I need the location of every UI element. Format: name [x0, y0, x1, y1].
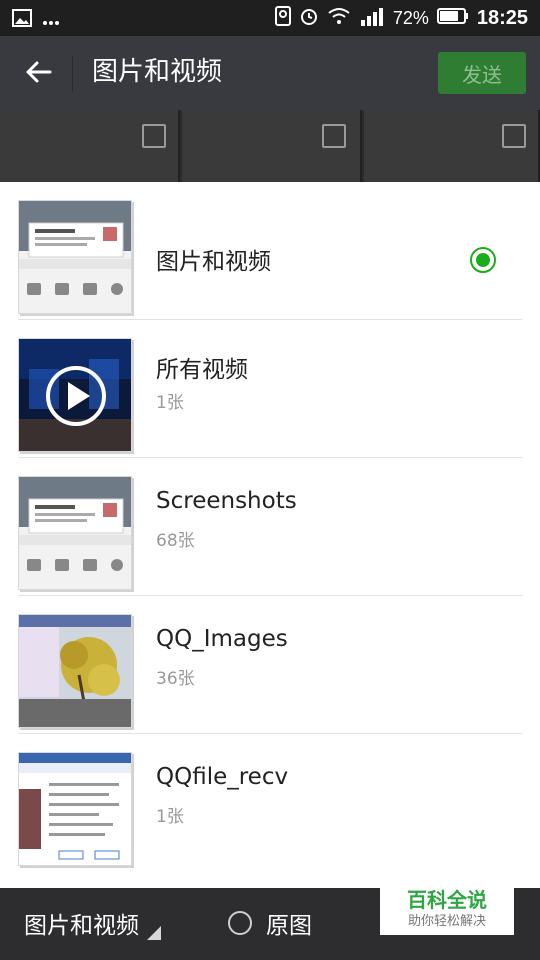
- title-bar: 图片和视频 发送: [0, 36, 540, 110]
- dimmed-photo-cell: [182, 110, 362, 182]
- dimmed-checkbox: [142, 124, 166, 148]
- album-name: 所有视频: [156, 357, 248, 383]
- dropdown-triangle-icon: [147, 926, 161, 940]
- dimmed-checkbox: [502, 124, 526, 148]
- album-name: 图片和视频: [156, 249, 271, 275]
- dimmed-checkbox: [322, 124, 346, 148]
- title-divider: [72, 56, 73, 92]
- status-clock: 18:25: [476, 6, 528, 29]
- album-count: 1张: [156, 393, 184, 413]
- album-thumbnail: [18, 338, 132, 452]
- album-name: QQ_Images: [156, 626, 288, 652]
- album-thumbnail: [18, 200, 132, 314]
- original-image-toggle[interactable]: 原图: [228, 906, 312, 940]
- original-image-label: 原图: [266, 913, 312, 939]
- radio-unchecked-icon: [228, 911, 252, 935]
- album-item-photos-videos[interactable]: 图片和视频: [0, 182, 540, 320]
- selected-radio-icon: [470, 247, 496, 273]
- alarm-icon: [299, 6, 319, 30]
- album-item-qqfile-recv[interactable]: QQfile_recv 1张: [0, 734, 540, 872]
- watermark-subtitle: 助你轻松解决: [407, 914, 486, 929]
- watermark-badge: 百科全说 助你轻松解决: [380, 885, 514, 935]
- album-list: 图片和视频 所有视频 1张 Screenshots 68张 QQ_Images …: [0, 182, 540, 888]
- status-left-group: [12, 9, 60, 31]
- status-bar: 72% 18:25: [0, 0, 540, 36]
- album-thumbnail: [18, 752, 132, 866]
- album-item-all-videos[interactable]: 所有视频 1张: [0, 320, 540, 458]
- page-title: 图片和视频: [92, 57, 223, 87]
- album-count: 1张: [156, 807, 184, 827]
- album-name: QQfile_recv: [156, 764, 289, 790]
- back-button[interactable]: [18, 54, 58, 94]
- album-name: Screenshots: [156, 488, 297, 514]
- dimmed-photo-cell: [364, 110, 540, 182]
- album-thumbnail: [18, 476, 132, 590]
- album-count: 68张: [156, 531, 195, 551]
- image-icon: [12, 9, 32, 31]
- status-right-group: 72% 18:25: [274, 4, 528, 32]
- battery-percent: 72%: [392, 7, 429, 28]
- location-icon: [274, 6, 291, 30]
- watermark-title: 百科全说: [407, 888, 487, 912]
- dimmed-photo-cell: [0, 110, 180, 182]
- album-item-screenshots[interactable]: Screenshots 68张: [0, 458, 540, 596]
- album-item-qq-images[interactable]: QQ_Images 36张: [0, 596, 540, 734]
- back-arrow-icon: [24, 60, 52, 88]
- album-selector[interactable]: 图片和视频: [24, 906, 161, 940]
- dimmed-photo-grid: [0, 110, 540, 182]
- more-dots-icon: [42, 11, 60, 30]
- album-count: 36张: [156, 669, 195, 689]
- wifi-icon: [327, 7, 351, 29]
- album-selector-label: 图片和视频: [24, 913, 139, 939]
- album-thumbnail: [18, 614, 132, 728]
- send-button[interactable]: 发送: [438, 52, 526, 94]
- signal-icon: [359, 6, 385, 30]
- battery-icon: [436, 7, 469, 29]
